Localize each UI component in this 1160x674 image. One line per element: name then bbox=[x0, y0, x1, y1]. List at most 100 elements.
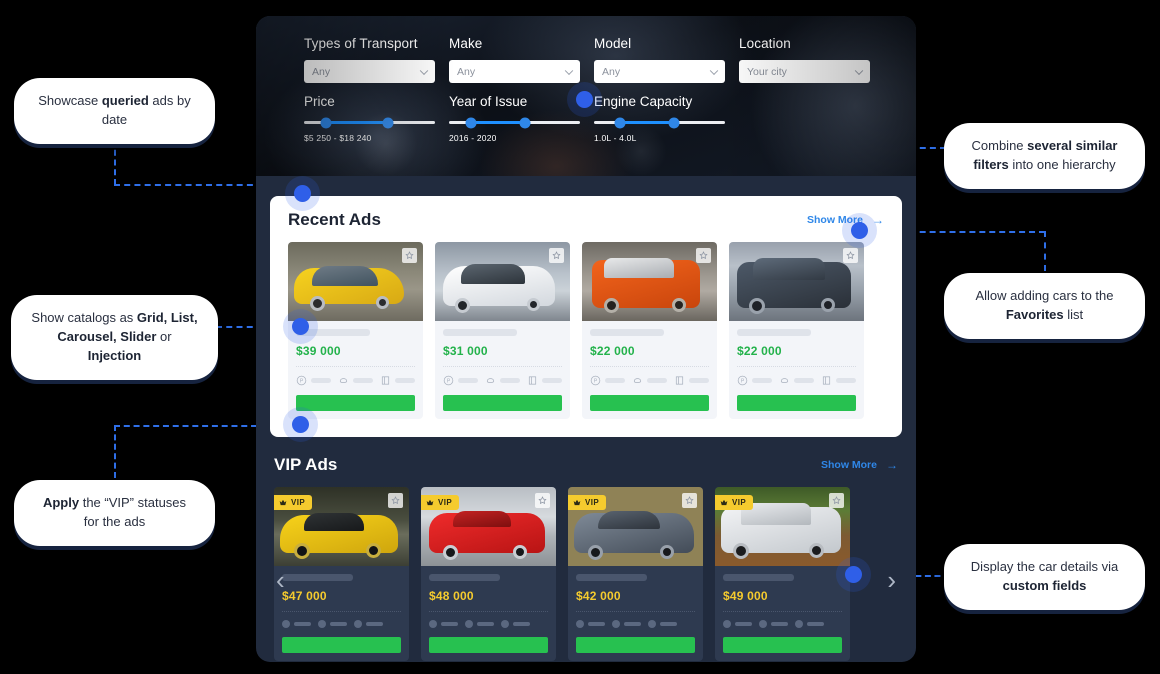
marker-custom-fields bbox=[845, 566, 862, 583]
spec-item bbox=[632, 375, 667, 386]
slider-knob-max[interactable] bbox=[668, 117, 680, 128]
vip-card-list: VIP $47 000 VIP $48 000 VIP $42 000 VIP … bbox=[270, 487, 902, 661]
card-body: $42 000 bbox=[568, 566, 703, 661]
star-outline-icon bbox=[552, 251, 561, 260]
recent-show-more-link[interactable]: Show More → bbox=[807, 214, 884, 226]
slider-knob-min[interactable] bbox=[465, 117, 477, 128]
slider-year-of-issue: Year of Issue 2016 - 2020 bbox=[449, 94, 594, 143]
ad-card[interactable]: $22 000 P bbox=[582, 242, 717, 419]
card-body: $39 000 P bbox=[288, 321, 423, 419]
ad-card[interactable]: $31 000 P bbox=[435, 242, 570, 419]
callout-catalog-layouts: Show catalogs as Grid, List, Carousel, S… bbox=[11, 295, 218, 380]
spec-placeholder bbox=[330, 622, 347, 626]
vip-ad-card[interactable]: VIP $47 000 bbox=[274, 487, 409, 661]
chevron-down-icon bbox=[564, 66, 574, 75]
carousel-next-button[interactable]: › bbox=[887, 567, 896, 593]
card-body: $49 000 bbox=[715, 566, 850, 661]
card-cta-button[interactable] bbox=[723, 637, 842, 653]
favorite-star-button[interactable] bbox=[549, 248, 564, 263]
favorite-star-button[interactable] bbox=[843, 248, 858, 263]
svg-text:P: P bbox=[594, 378, 598, 384]
slider-label: Price bbox=[304, 94, 335, 109]
card-cta-button[interactable] bbox=[429, 637, 548, 653]
title-placeholder bbox=[723, 574, 795, 581]
vip-ad-card[interactable]: VIP $49 000 bbox=[715, 487, 850, 661]
filter-slider-row: Price $5 250 - $18 240 Year of Issue 201… bbox=[304, 94, 739, 143]
card-price: $49 000 bbox=[723, 589, 768, 603]
spec-dot-icon bbox=[795, 620, 803, 628]
card-cta-button[interactable] bbox=[296, 395, 415, 411]
crown-icon bbox=[720, 499, 728, 506]
card-price: $42 000 bbox=[576, 589, 621, 603]
select-value: Any bbox=[312, 65, 331, 78]
chevron-down-icon bbox=[709, 66, 719, 75]
favorite-star-button[interactable] bbox=[696, 248, 711, 263]
card-specs bbox=[429, 611, 548, 628]
vip-show-more-link[interactable]: Show More → bbox=[821, 459, 898, 471]
card-specs bbox=[576, 611, 695, 628]
callout-favorites: Allow adding cars to the Favorites list bbox=[944, 273, 1145, 339]
star-outline-icon bbox=[685, 496, 694, 505]
slider-knob-max[interactable] bbox=[382, 117, 394, 128]
favorite-star-button[interactable] bbox=[388, 493, 403, 508]
filter-types-of-transport: Types of Transport Any bbox=[304, 36, 449, 83]
spec-placeholder bbox=[441, 622, 458, 626]
crown-icon bbox=[573, 499, 581, 506]
callout-text-tail: into one hierarchy bbox=[1008, 156, 1116, 172]
spec-placeholder bbox=[513, 622, 530, 626]
card-cta-button[interactable] bbox=[737, 395, 856, 411]
favorite-star-button[interactable] bbox=[402, 248, 417, 263]
star-outline-icon bbox=[538, 496, 547, 505]
recent-ads-card-list: $39 000 P $31 000 P $22 000 P $22 000 P bbox=[288, 242, 884, 419]
card-cta-button[interactable] bbox=[576, 637, 695, 653]
carousel-prev-button[interactable]: ‹ bbox=[276, 567, 285, 593]
select-types-of-transport[interactable]: Any bbox=[304, 60, 435, 83]
spec-item bbox=[354, 620, 383, 628]
spec-dot-icon bbox=[759, 620, 767, 628]
callout-text-lead: Allow adding cars to the bbox=[975, 288, 1114, 303]
ad-card[interactable]: $39 000 P bbox=[288, 242, 423, 419]
spec-item bbox=[282, 620, 311, 628]
recent-ads-section: Recent Ads Show More → $39 000 P $31 000… bbox=[270, 196, 902, 437]
gauge-icon: P bbox=[590, 375, 601, 386]
ad-card[interactable]: $22 000 P bbox=[729, 242, 864, 419]
favorite-star-button[interactable] bbox=[535, 493, 550, 508]
favorite-star-button[interactable] bbox=[682, 493, 697, 508]
spec-item bbox=[465, 620, 494, 628]
year-slider-track[interactable] bbox=[449, 117, 580, 128]
spec-placeholder bbox=[752, 378, 772, 383]
recent-ads-header: Recent Ads Show More → bbox=[288, 210, 884, 230]
spec-item bbox=[674, 375, 709, 386]
vip-ad-card[interactable]: VIP $42 000 bbox=[568, 487, 703, 661]
select-location[interactable]: Your city bbox=[739, 60, 870, 83]
title-placeholder bbox=[576, 574, 648, 581]
spec-item bbox=[485, 375, 520, 386]
slider-range-label: 1.0L - 4.0L bbox=[594, 133, 637, 143]
price-slider-track[interactable] bbox=[304, 117, 435, 128]
vip-ad-card[interactable]: VIP $48 000 bbox=[421, 487, 556, 661]
card-cta-button[interactable] bbox=[590, 395, 709, 411]
slider-range-label: 2016 - 2020 bbox=[449, 133, 497, 143]
card-price: $39 000 bbox=[296, 344, 341, 358]
slider-knob-min[interactable] bbox=[320, 117, 332, 128]
card-specs: P bbox=[296, 366, 415, 386]
card-cta-button[interactable] bbox=[282, 637, 401, 653]
card-price: $22 000 bbox=[737, 344, 782, 358]
marker-engine-capacity bbox=[576, 91, 593, 108]
vip-badge-label: VIP bbox=[438, 498, 453, 507]
slider-knob-max[interactable] bbox=[519, 117, 531, 128]
favorite-star-button[interactable] bbox=[829, 493, 844, 508]
crown-icon bbox=[279, 499, 287, 506]
vip-badge-label: VIP bbox=[732, 498, 747, 507]
chevron-down-icon bbox=[419, 66, 429, 75]
select-model[interactable]: Any bbox=[594, 60, 725, 83]
engine-slider-track[interactable] bbox=[594, 117, 725, 128]
spec-item bbox=[318, 620, 347, 628]
select-make[interactable]: Any bbox=[449, 60, 580, 83]
card-cta-button[interactable] bbox=[443, 395, 562, 411]
star-outline-icon bbox=[699, 251, 708, 260]
transmission-icon bbox=[339, 378, 348, 383]
slider-knob-min[interactable] bbox=[614, 117, 626, 128]
spec-placeholder bbox=[294, 622, 311, 626]
spec-item bbox=[338, 375, 373, 386]
